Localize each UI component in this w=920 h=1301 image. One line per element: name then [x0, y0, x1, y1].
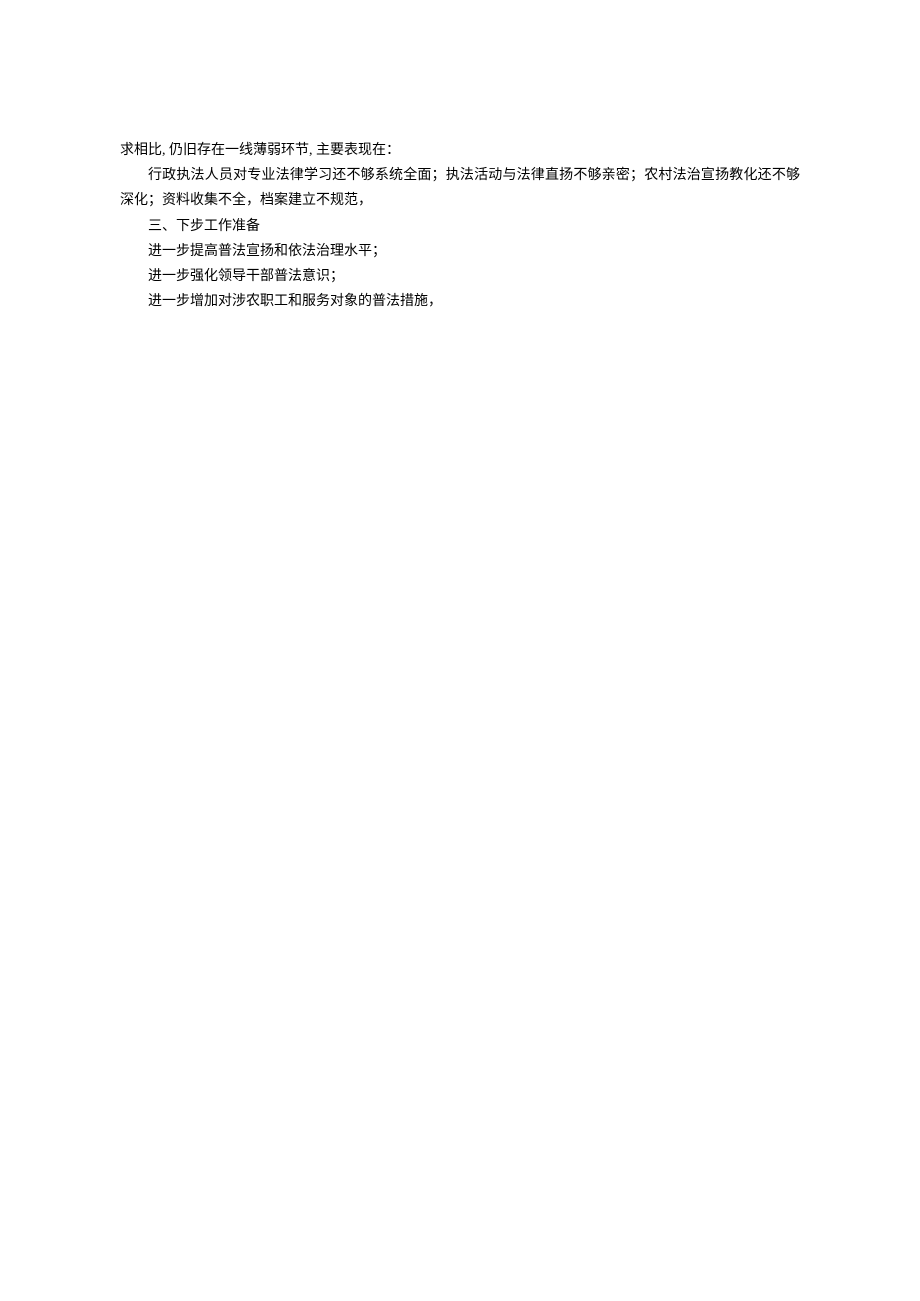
section-heading-3: 三、下步工作准备 — [120, 214, 800, 239]
paragraph-plan-2: 进一步强化领导干部普法意识； — [120, 264, 800, 289]
paragraph-issues: 行政执法人员对专业法律学习还不够系统全面；执法活动与法律直扬不够亲密；农村法治宣… — [120, 163, 800, 213]
paragraph-continuation: 求相比, 仍旧存在一线薄弱环节, 主要表现在： — [120, 138, 800, 163]
paragraph-plan-3: 进一步增加对涉农职工和服务对象的普法措施， — [120, 289, 800, 314]
paragraph-plan-1: 进一步提高普法宣扬和依法治理水平； — [120, 239, 800, 264]
document-body: 求相比, 仍旧存在一线薄弱环节, 主要表现在： 行政执法人员对专业法律学习还不够… — [120, 138, 800, 314]
